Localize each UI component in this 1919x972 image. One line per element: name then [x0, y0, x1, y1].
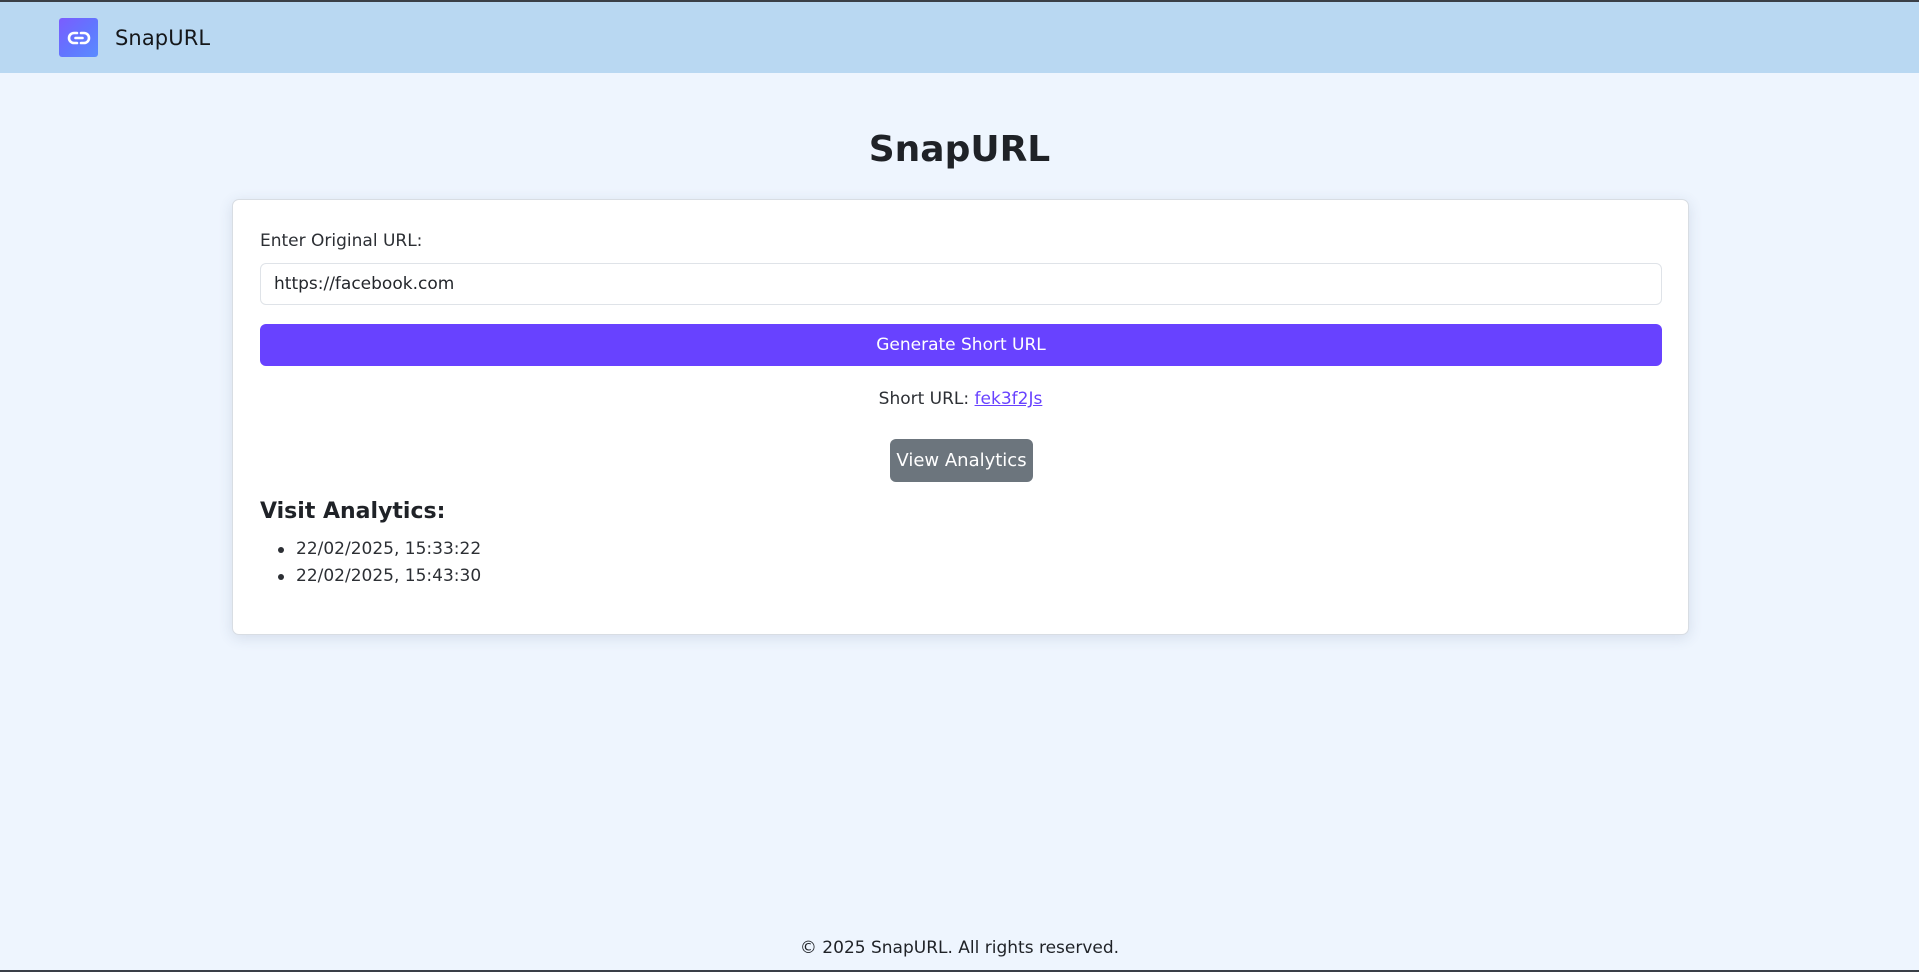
short-url-label: Short URL:: [878, 389, 970, 409]
list-item: 22/02/2025, 15:33:22: [260, 536, 481, 563]
analytics-heading: Visit Analytics:: [260, 499, 446, 524]
visit-timestamp: 22/02/2025, 15:43:30: [296, 566, 482, 586]
short-url-link[interactable]: fek3f2Js: [975, 389, 1043, 409]
url-input[interactable]: [260, 263, 1662, 305]
url-field-label: Enter Original URL:: [260, 231, 423, 251]
view-analytics-button[interactable]: View Analytics: [890, 439, 1033, 482]
brand-name[interactable]: SnapURL: [115, 26, 210, 50]
generate-short-url-button[interactable]: Generate Short URL: [260, 324, 1662, 366]
bullet-icon: [278, 573, 284, 580]
short-url-result: Short URL: fek3f2Js: [233, 389, 1688, 409]
visit-timestamp: 22/02/2025, 15:33:22: [296, 539, 482, 559]
url-shortener-card: Enter Original URL: Generate Short URL S…: [232, 199, 1689, 635]
footer: © 2025 SnapURL. All rights reserved.: [799, 938, 1120, 958]
navbar: SnapURL: [0, 2, 1919, 73]
page-title: SnapURL: [868, 129, 1051, 170]
list-item: 22/02/2025, 15:43:30: [260, 563, 481, 590]
bullet-icon: [278, 546, 284, 553]
visit-list: 22/02/2025, 15:33:22 22/02/2025, 15:43:3…: [260, 536, 481, 590]
link-icon[interactable]: [59, 18, 98, 57]
